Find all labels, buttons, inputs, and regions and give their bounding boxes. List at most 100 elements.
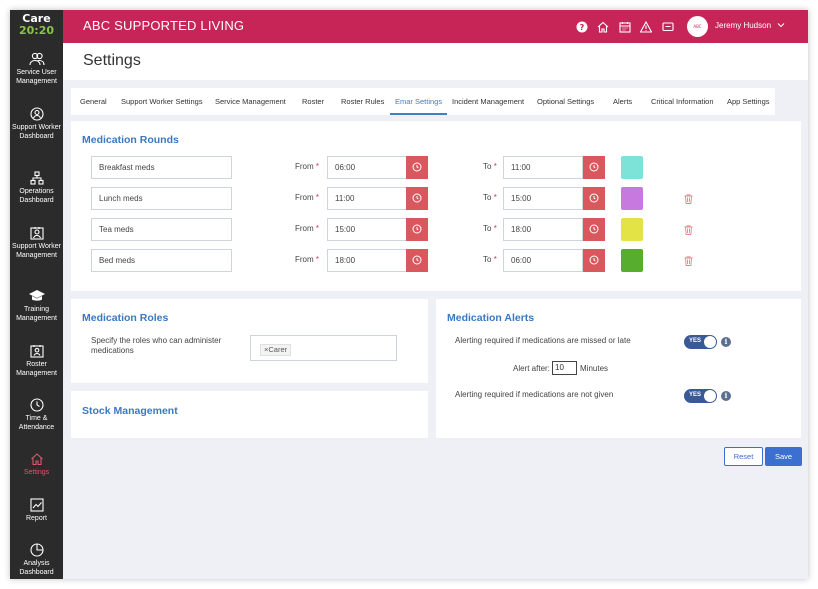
clock-icon bbox=[589, 255, 599, 265]
tab-emar-settings[interactable]: Emar Settings bbox=[390, 88, 448, 115]
tab-optional-settings[interactable]: Optional Settings bbox=[537, 88, 594, 115]
alert-after-label: Alert after: bbox=[513, 364, 550, 373]
to-time-input[interactable]: 15:00 bbox=[503, 187, 583, 210]
from-label: From * bbox=[295, 193, 320, 202]
sidebar-item-analysis-dashboard[interactable]: Analysis Dashboard bbox=[10, 543, 63, 577]
user-circle-icon bbox=[29, 107, 44, 121]
from-time-picker-button[interactable] bbox=[406, 156, 428, 179]
user-name[interactable]: Jeremy Hudson bbox=[715, 21, 771, 30]
missed-alert-label: Alerting required if medications are mis… bbox=[455, 336, 631, 345]
roles-select[interactable]: ×Carer bbox=[250, 335, 397, 361]
clock-icon bbox=[412, 255, 422, 265]
clock-icon bbox=[589, 193, 599, 203]
from-label: From * bbox=[295, 162, 320, 171]
minutes-label: Minutes bbox=[580, 364, 609, 373]
tab-incident-management[interactable]: Incident Management bbox=[452, 88, 524, 115]
clock-icon bbox=[589, 162, 599, 172]
medication-round-name-input[interactable]: Lunch meds bbox=[91, 187, 232, 210]
color-swatch[interactable] bbox=[621, 249, 643, 272]
sidebar-item-support-worker-management[interactable]: Support Worker Management bbox=[10, 226, 63, 260]
from-time-input[interactable]: 18:00 bbox=[327, 249, 407, 272]
users-icon bbox=[28, 52, 45, 66]
to-time-picker-button[interactable] bbox=[583, 156, 605, 179]
tab-app-settings[interactable]: App Settings bbox=[727, 88, 770, 115]
medication-rounds-card: Medication Rounds Breakfast meds From * … bbox=[71, 121, 801, 291]
home-icon[interactable] bbox=[597, 21, 609, 33]
app-window: Care 20:20 Service User Management Suppo… bbox=[10, 10, 808, 579]
to-time-picker-button[interactable] bbox=[583, 249, 605, 272]
to-label: To * bbox=[483, 255, 497, 264]
warning-icon[interactable] bbox=[640, 21, 652, 33]
calendar-icon[interactable] bbox=[619, 21, 631, 33]
role-tag[interactable]: ×Carer bbox=[260, 344, 292, 356]
to-time-picker-button[interactable] bbox=[583, 187, 605, 210]
color-swatch[interactable] bbox=[621, 156, 643, 179]
hierarchy-icon bbox=[29, 171, 44, 185]
message-icon[interactable] bbox=[662, 21, 674, 33]
trash-icon[interactable] bbox=[684, 256, 693, 266]
chevron-down-icon[interactable] bbox=[777, 21, 785, 29]
sidebar-item-service-user-management[interactable]: Service User Management bbox=[10, 52, 63, 86]
app-title: ABC SUPPORTED LIVING bbox=[83, 18, 245, 33]
settings-tabs: General Support Worker Settings Service … bbox=[71, 88, 775, 115]
info-icon[interactable]: i bbox=[721, 391, 731, 401]
medication-rounds-title: Medication Rounds bbox=[82, 134, 179, 146]
page-title: Settings bbox=[83, 52, 141, 69]
stock-management-title[interactable]: Stock Management bbox=[82, 405, 178, 417]
to-label: To * bbox=[483, 193, 497, 202]
tab-roster[interactable]: Roster bbox=[302, 88, 324, 115]
sidebar-item-time-attendance[interactable]: Time & Attendance bbox=[10, 398, 63, 432]
alert-after-minutes-input[interactable]: 10 bbox=[552, 361, 577, 375]
tab-critical-information[interactable]: Critical Information bbox=[651, 88, 714, 115]
id-card-icon bbox=[29, 227, 44, 240]
graduation-cap-icon bbox=[28, 290, 45, 301]
clock-icon bbox=[412, 224, 422, 234]
sidebar-item-report[interactable]: Report bbox=[10, 498, 63, 524]
trash-icon[interactable] bbox=[684, 194, 693, 204]
save-button[interactable]: Save bbox=[765, 447, 802, 466]
medication-roles-title: Medication Roles bbox=[82, 312, 169, 324]
color-swatch[interactable] bbox=[621, 187, 643, 210]
sidebar: Care 20:20 Service User Management Suppo… bbox=[10, 10, 63, 579]
tab-support-worker-settings[interactable]: Support Worker Settings bbox=[121, 88, 203, 115]
roles-label: Specify the roles who can administer med… bbox=[91, 336, 222, 355]
color-swatch[interactable] bbox=[621, 218, 643, 241]
top-header: ABC SUPPORTED LIVING ? ABC Jeremy Hudson bbox=[63, 10, 808, 43]
to-time-input[interactable]: 06:00 bbox=[503, 249, 583, 272]
to-time-input[interactable]: 11:00 bbox=[503, 156, 583, 179]
clock-icon bbox=[412, 193, 422, 203]
from-time-input[interactable]: 06:00 bbox=[327, 156, 407, 179]
tab-general[interactable]: General bbox=[80, 88, 107, 115]
from-time-picker-button[interactable] bbox=[406, 218, 428, 241]
medication-round-name-input[interactable]: Bed meds bbox=[91, 249, 232, 272]
not-given-alert-toggle[interactable]: YES bbox=[684, 389, 717, 403]
from-time-input[interactable]: 15:00 bbox=[327, 218, 407, 241]
missed-alert-toggle[interactable]: YES bbox=[684, 335, 717, 349]
brand-logo[interactable]: Care 20:20 bbox=[10, 13, 63, 37]
from-time-picker-button[interactable] bbox=[406, 249, 428, 272]
to-time-picker-button[interactable] bbox=[583, 218, 605, 241]
sidebar-item-roster-management[interactable]: Roster Management bbox=[10, 344, 63, 378]
sidebar-item-settings[interactable]: Settings bbox=[10, 452, 63, 478]
info-icon[interactable]: i bbox=[721, 337, 731, 347]
home-icon bbox=[30, 453, 43, 466]
reset-button[interactable]: Reset bbox=[724, 447, 763, 466]
sidebar-item-support-worker-dashboard[interactable]: Support Worker Dashboard bbox=[10, 107, 63, 141]
sidebar-item-operations-dashboard[interactable]: Operations Dashboard bbox=[10, 171, 63, 205]
medication-alerts-card: Medication Alerts Alerting required if m… bbox=[436, 299, 801, 438]
sidebar-item-training-management[interactable]: Training Management bbox=[10, 289, 63, 323]
from-time-picker-button[interactable] bbox=[406, 187, 428, 210]
help-icon[interactable]: ? bbox=[576, 21, 588, 33]
trash-icon[interactable] bbox=[684, 225, 693, 235]
medication-round-name-input[interactable]: Tea meds bbox=[91, 218, 232, 241]
svg-text:ABC: ABC bbox=[693, 24, 701, 29]
tab-roster-rules[interactable]: Roster Rules bbox=[341, 88, 384, 115]
medication-roles-card: Medication Roles Specify the roles who c… bbox=[71, 299, 428, 383]
to-time-input[interactable]: 18:00 bbox=[503, 218, 583, 241]
tab-alerts[interactable]: Alerts bbox=[613, 88, 632, 115]
medication-round-name-input[interactable]: Breakfast meds bbox=[91, 156, 232, 179]
avatar[interactable]: ABC bbox=[687, 16, 708, 37]
to-label: To * bbox=[483, 224, 497, 233]
from-time-input[interactable]: 11:00 bbox=[327, 187, 407, 210]
tab-service-management[interactable]: Service Management bbox=[215, 88, 286, 115]
